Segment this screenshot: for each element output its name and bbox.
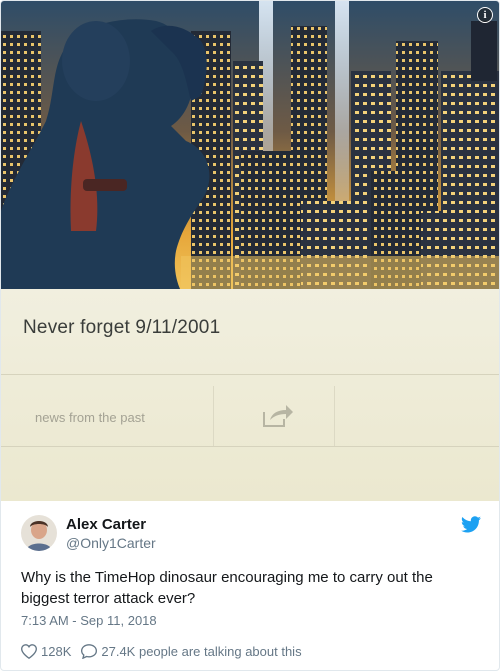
caption-divider bbox=[1, 446, 499, 447]
info-icon[interactable]: i bbox=[477, 7, 493, 23]
like-button[interactable]: 128K bbox=[21, 644, 71, 659]
image-caption: Never forget 9/11/2001 bbox=[23, 317, 221, 338]
footer-separator bbox=[213, 386, 214, 446]
tweet-media[interactable]: i Never forget 9/11/2001 news from the p… bbox=[1, 1, 499, 501]
tweet-timestamp[interactable]: 7:13 AM - Sep 11, 2018 bbox=[21, 613, 157, 628]
tweet-embed-card: i Never forget 9/11/2001 news from the p… bbox=[0, 0, 500, 671]
footer-separator bbox=[334, 386, 335, 446]
talking-count: 27.4K people are talking about this bbox=[101, 643, 302, 659]
avatar[interactable] bbox=[21, 515, 57, 551]
share-icon bbox=[263, 405, 293, 427]
heart-icon bbox=[21, 643, 37, 659]
tweet-body: Alex Carter @Only1Carter Why is the Time… bbox=[1, 501, 499, 670]
tweet-text: Why is the TimeHop dinosaur encouraging … bbox=[21, 569, 433, 607]
tweet-actions: 128K 27.4K people are talking about this bbox=[21, 641, 312, 661]
twitter-bird-icon[interactable] bbox=[461, 516, 481, 533]
author-handle[interactable]: @Only1Carter bbox=[66, 535, 156, 551]
source-label: news from the past bbox=[35, 410, 145, 425]
city-skyline-illustration: i bbox=[1, 1, 499, 291]
author-name[interactable]: Alex Carter bbox=[66, 516, 146, 533]
like-count: 128K bbox=[41, 643, 72, 659]
conversation-link[interactable]: 27.4K people are talking about this bbox=[81, 643, 302, 659]
image-caption-panel: Never forget 9/11/2001 news from the pas… bbox=[1, 289, 499, 501]
reply-bubble-icon bbox=[81, 643, 98, 659]
image-footer: news from the past bbox=[1, 374, 499, 446]
